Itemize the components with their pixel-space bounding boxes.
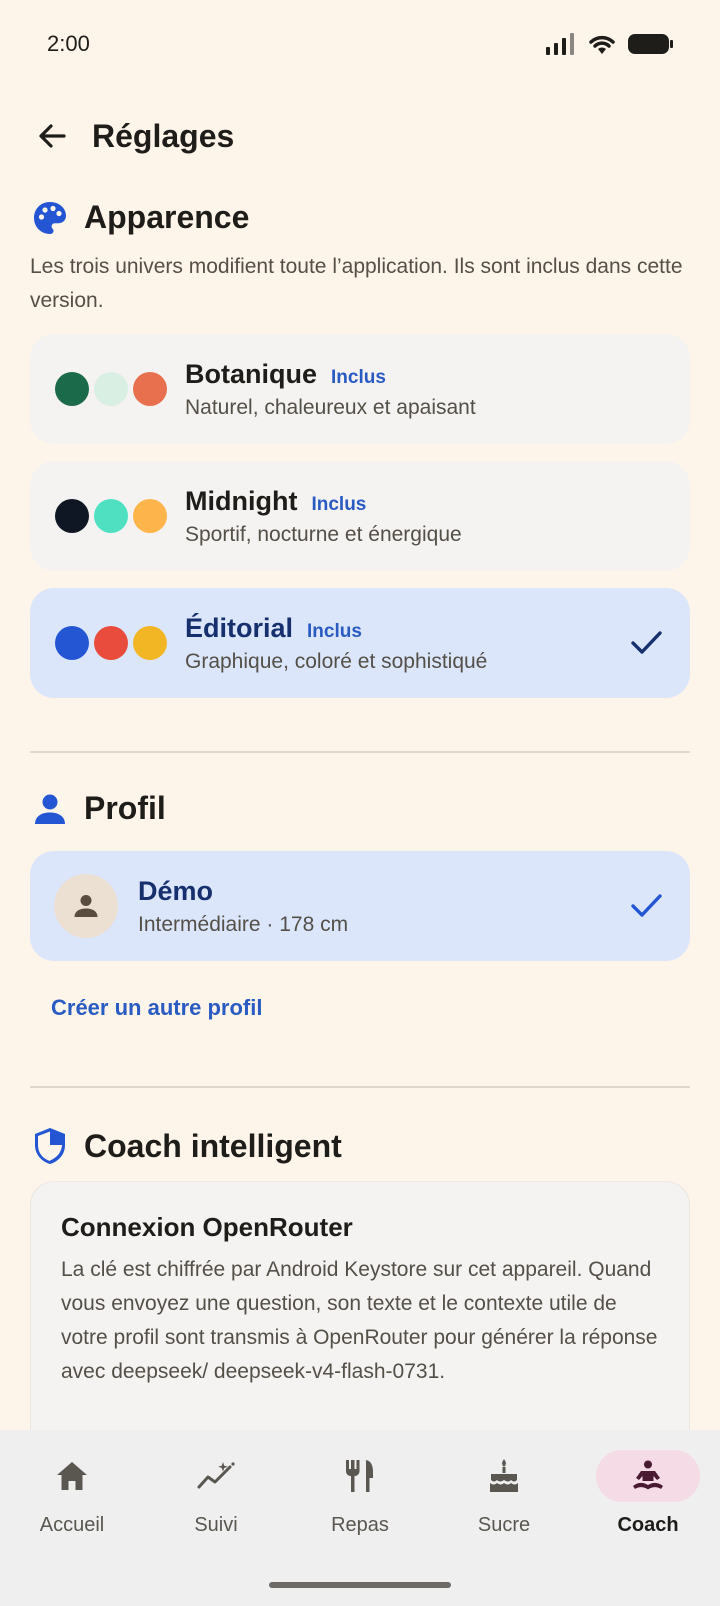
theme-name: Botanique [185,358,317,389]
swatch-dot [133,626,167,660]
profile-subtitle: Intermédiaire · 178 cm [138,912,349,936]
page-title: Réglages [92,117,235,154]
status-time: 2:00 [47,31,90,56]
check-icon [631,894,662,917]
trend-icon [197,1462,235,1489]
swatch-dot [94,372,128,406]
nav-label: Sucre [477,1514,531,1536]
create-profile-link[interactable]: Créer un autre profil [51,995,262,1021]
theme-card-midnight[interactable]: Midnight Inclus Sportif, nocturne et éne… [30,461,690,571]
theme-card-editorial[interactable]: Éditorial Inclus Graphique, coloré et so… [30,588,690,698]
status-icons [546,33,674,55]
nav-pill [596,1450,700,1502]
fork-knife-icon [346,1460,373,1492]
nav-pill [164,1450,268,1502]
theme-swatches [55,372,185,406]
status-bar: 2:00 [0,0,720,88]
theme-swatches [55,499,185,533]
theme-name: Midnight [185,485,298,516]
profile-header: Profil [32,790,166,827]
appearance-title: Apparence [84,199,250,235]
wifi-icon [589,35,615,54]
theme-name: Éditorial [185,612,294,643]
nav-label: Coach [617,1514,679,1536]
coach-title: Coach intelligent [84,1127,342,1164]
swatch-dot [55,626,89,660]
swatch-dot [55,372,89,406]
profile-card[interactable]: Démo Intermédiaire · 178 cm [30,851,690,961]
palette-icon [34,201,66,234]
home-indicator[interactable] [269,1582,451,1588]
nav-item-suivi[interactable]: Suivi [144,1450,288,1606]
nav-label: Accueil [39,1514,105,1536]
coach-header: Coach intelligent [32,1126,342,1166]
section-divider [30,1086,690,1088]
meditation-icon [633,1460,663,1490]
cake-icon [490,1459,518,1492]
shield-icon [35,1128,65,1164]
home-icon [57,1462,87,1490]
app-bar: Réglages [0,100,720,172]
theme-subtitle: Naturel, chaleureux et apaisant [185,395,476,419]
swatch-dot [133,372,167,406]
included-badge: Inclus [307,620,362,642]
swatch-dot [133,499,167,533]
included-badge: Inclus [311,493,367,515]
nav-item-accueil[interactable]: Accueil [0,1450,144,1606]
nav-item-sucre[interactable]: Sucre [432,1450,576,1606]
bottom-nav: Accueil Suivi Repas Sucre Coach [0,1430,720,1606]
nav-pill [452,1450,556,1502]
openrouter-card-title: Connexion OpenRouter [61,1212,353,1242]
openrouter-card: Connexion OpenRouter La clé est chiffrée… [30,1181,690,1461]
swatch-dot [94,499,128,533]
nav-item-coach[interactable]: Coach [576,1450,720,1606]
profile-name: Démo [138,875,214,906]
openrouter-card-body: La clé est chiffrée par Android Keystore… [61,1258,658,1383]
section-divider [30,751,690,753]
nav-label: Repas [331,1514,389,1536]
signal-icon [546,33,574,55]
nav-pill [20,1450,124,1502]
included-badge: Inclus [331,366,386,388]
profile-title: Profil [84,790,166,826]
arrow-back-icon [39,124,66,148]
swatch-dot [55,499,89,533]
theme-swatches [55,626,185,660]
battery-icon [628,34,673,54]
appearance-description: Les trois univers modifient toute l’appl… [30,255,683,312]
avatar [54,874,118,938]
back-button[interactable] [32,116,72,156]
theme-card-botanique[interactable]: Botanique Inclus Naturel, chaleureux et … [30,334,690,444]
nav-pill [308,1450,412,1502]
theme-subtitle: Sportif, nocturne et énergique [185,522,462,546]
nav-label: Suivi [194,1514,238,1536]
person-icon [74,895,98,917]
person-icon [35,794,65,824]
appearance-header: Apparence [32,199,249,236]
swatch-dot [94,626,128,660]
check-icon [631,631,662,654]
theme-subtitle: Graphique, coloré et sophistiqué [185,649,488,673]
